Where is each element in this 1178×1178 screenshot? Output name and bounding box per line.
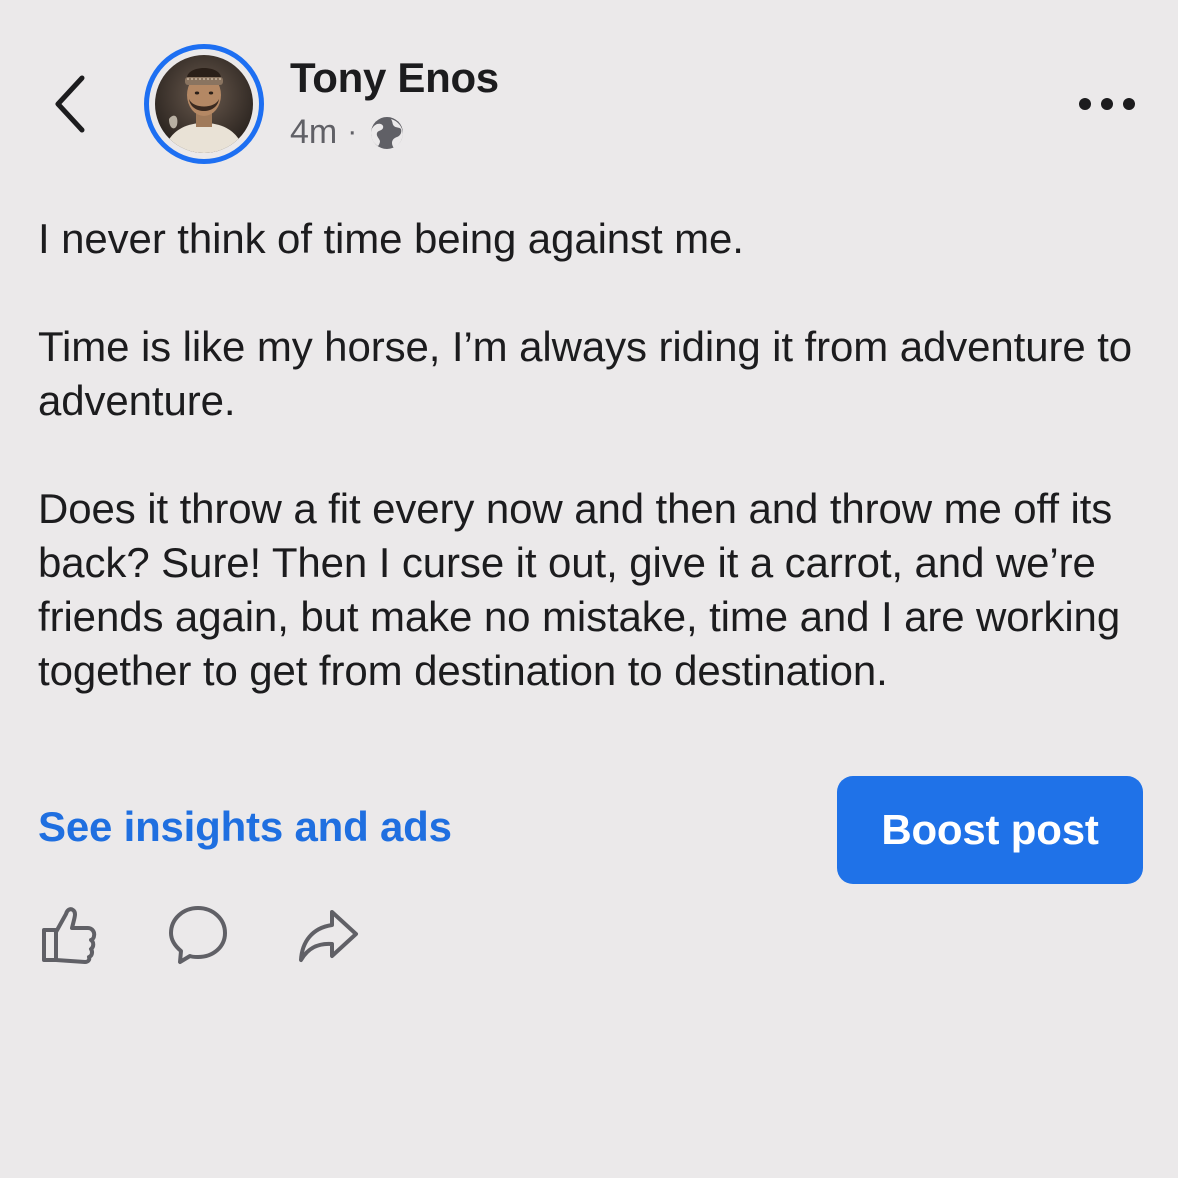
post-text: I never think of time being against me. … xyxy=(38,212,1148,698)
globe-icon[interactable] xyxy=(369,115,405,151)
share-icon xyxy=(299,910,358,962)
ellipsis-icon xyxy=(1079,98,1135,110)
post-paragraph: Time is like my horse, I’m always riding… xyxy=(38,323,1133,424)
boost-post-button[interactable]: Boost post xyxy=(837,776,1143,884)
chevron-left-icon xyxy=(55,75,85,133)
avatar-image xyxy=(155,55,253,153)
more-options-button[interactable] xyxy=(1072,82,1142,126)
comment-button[interactable] xyxy=(162,898,234,970)
post-meta: 4m · xyxy=(290,112,405,152)
see-insights-link[interactable]: See insights and ads xyxy=(38,803,452,851)
post-header: Tony Enos 4m · xyxy=(0,0,1178,200)
meta-separator: · xyxy=(347,115,358,148)
share-button[interactable] xyxy=(292,898,364,970)
author-avatar[interactable] xyxy=(144,44,264,164)
back-button[interactable] xyxy=(40,66,100,142)
thumbs-up-icon xyxy=(42,907,97,964)
comment-icon xyxy=(169,906,227,964)
timestamp[interactable]: 4m xyxy=(290,113,337,152)
post-paragraph: I never think of time being against me. xyxy=(38,215,744,262)
author-name[interactable]: Tony Enos xyxy=(290,54,499,102)
post-paragraph: Does it throw a fit every now and then a… xyxy=(38,485,1121,694)
like-button[interactable] xyxy=(30,898,102,970)
